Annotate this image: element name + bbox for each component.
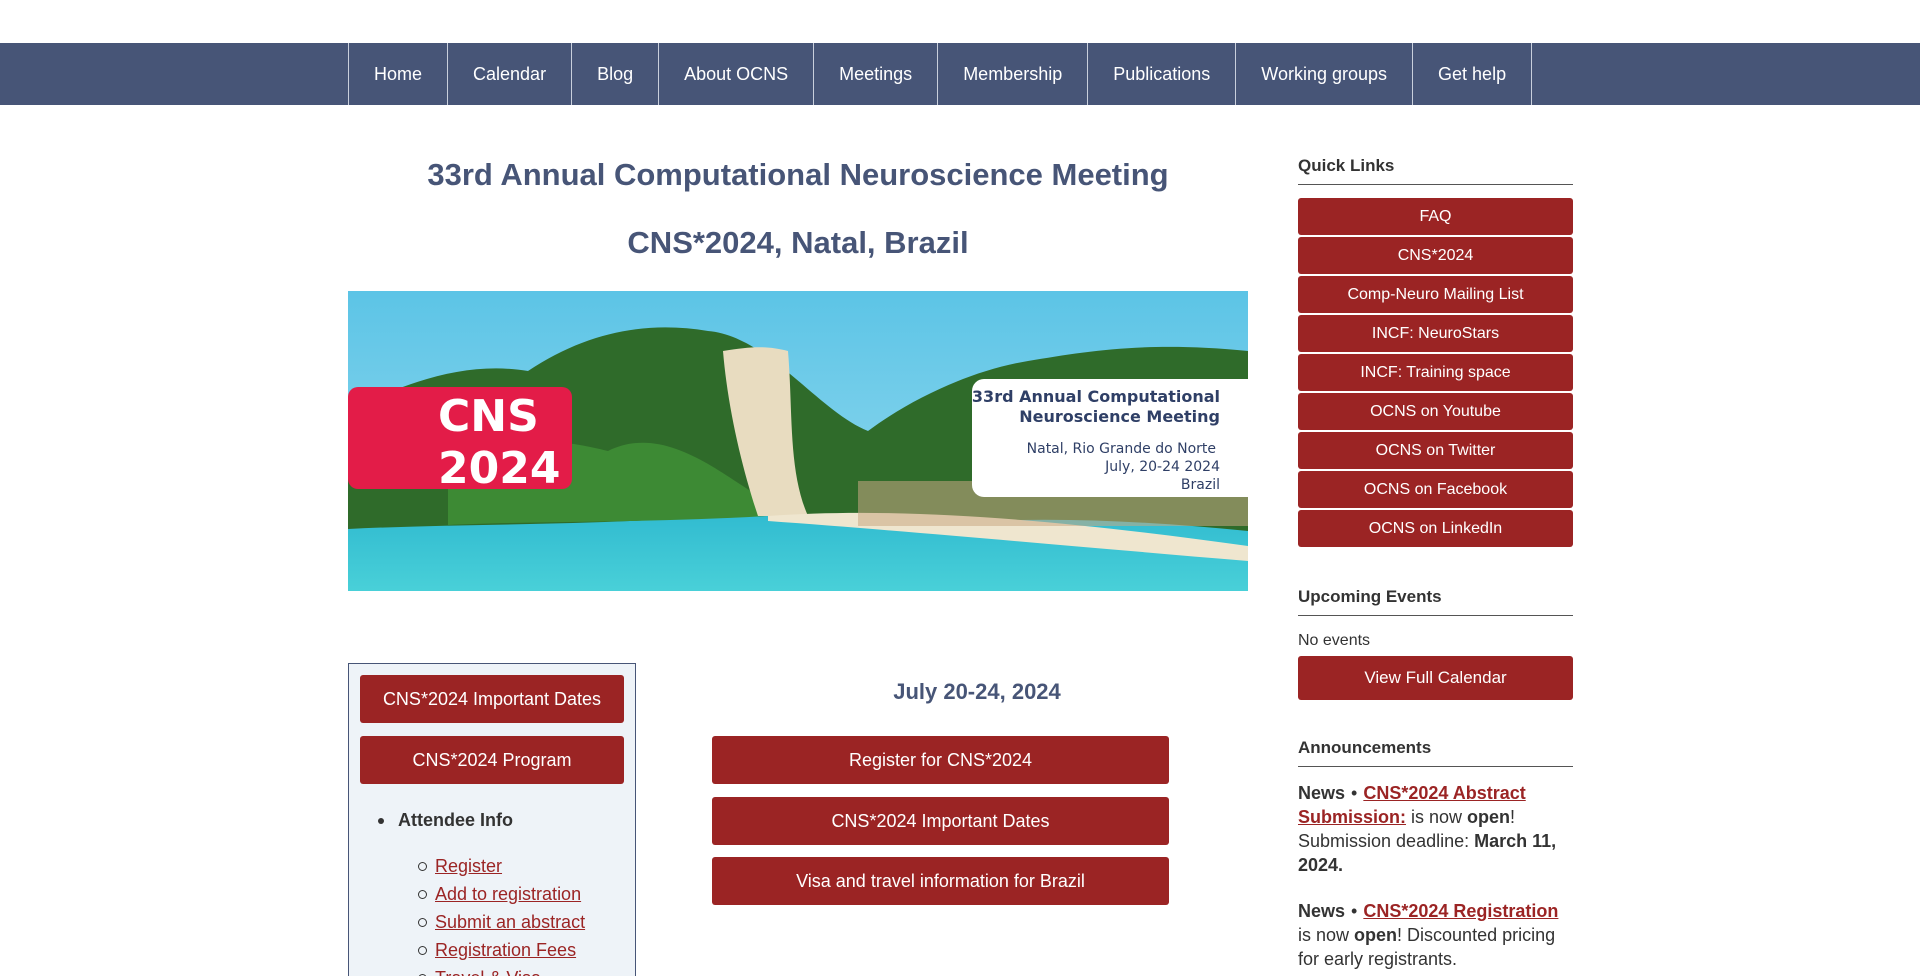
- quick-links-heading: Quick Links: [1298, 156, 1573, 185]
- bullet-separator: •: [1351, 901, 1358, 921]
- banner-country: Brazil: [1181, 477, 1220, 493]
- nav-meetings[interactable]: Meetings: [813, 43, 937, 105]
- center-important-dates-button[interactable]: CNS*2024 Important Dates: [712, 797, 1169, 845]
- register-button[interactable]: Register for CNS*2024: [712, 736, 1169, 784]
- link-add-to-registration[interactable]: Add to registration: [417, 880, 585, 908]
- quick-link-linkedin[interactable]: OCNS on LinkedIn: [1298, 510, 1573, 547]
- banner-logo-line2: 2024: [438, 443, 560, 494]
- no-events-text: No events: [1298, 632, 1371, 649]
- important-dates-button[interactable]: CNS*2024 Important Dates: [360, 675, 624, 723]
- quick-link-cns2024[interactable]: CNS*2024: [1298, 237, 1573, 274]
- visa-travel-button[interactable]: Visa and travel information for Brazil: [712, 857, 1169, 905]
- news-text: is now: [1298, 925, 1355, 945]
- nav-about-ocns[interactable]: About OCNS: [658, 43, 813, 105]
- news-text: is now: [1406, 807, 1468, 827]
- quick-link-facebook[interactable]: OCNS on Facebook: [1298, 471, 1573, 508]
- cns-2024-banner: CNS 2024 33rd Annual Computational Neuro…: [348, 291, 1248, 591]
- banner-heading-line1: 33rd Annual Computational: [972, 387, 1220, 406]
- bullet-separator: •: [1351, 783, 1358, 803]
- upcoming-events-heading: Upcoming Events: [1298, 587, 1573, 616]
- quick-link-youtube[interactable]: OCNS on Youtube: [1298, 393, 1573, 430]
- nav-membership[interactable]: Membership: [937, 43, 1087, 105]
- upcoming-events-section: Upcoming Events No events View Full Cale…: [1298, 587, 1573, 700]
- meeting-dates: July 20-24, 2024: [893, 679, 1061, 704]
- program-button[interactable]: CNS*2024 Program: [360, 736, 624, 784]
- link-submit-abstract[interactable]: Submit an abstract: [417, 908, 585, 936]
- quick-links-section: Quick Links FAQ CNS*2024 Comp-Neuro Mail…: [1298, 156, 1573, 547]
- link-registration-fees[interactable]: Registration Fees: [417, 936, 585, 964]
- banner-place: Natal, Rio Grande do Norte: [1027, 441, 1216, 457]
- banner-heading-line2: Neuroscience Meeting: [1019, 407, 1220, 426]
- link-travel-visa[interactable]: Travel & Visa: [417, 964, 585, 976]
- quick-link-twitter[interactable]: OCNS on Twitter: [1298, 432, 1573, 469]
- quick-link-faq[interactable]: FAQ: [1298, 198, 1573, 235]
- news-item: News • CNS*2024 Abstract Submission: is no…: [1298, 781, 1573, 877]
- banner-date: July, 20-24 2024: [1104, 459, 1220, 475]
- news-bold: open: [1354, 925, 1398, 945]
- page-subtitle: CNS*2024, Natal, Brazil: [627, 225, 969, 260]
- attendee-info-heading: Attendee Info: [378, 810, 513, 830]
- link-register[interactable]: Register: [417, 852, 585, 880]
- news-link-registration[interactable]: CNS*2024 Registration: [1363, 901, 1558, 921]
- attendee-links: Register Add to registration Submit an a…: [417, 852, 585, 976]
- news-bold: open: [1467, 807, 1511, 827]
- nav-working-groups[interactable]: Working groups: [1235, 43, 1412, 105]
- nav-calendar[interactable]: Calendar: [447, 43, 571, 105]
- nav-publications[interactable]: Publications: [1087, 43, 1235, 105]
- nav-get-help[interactable]: Get help: [1412, 43, 1533, 105]
- top-nav-bar: Home Calendar Blog About OCNS Meetings M…: [0, 43, 1920, 105]
- nav-blog[interactable]: Blog: [571, 43, 658, 105]
- announcements-section: Announcements News • CNS*2024 Abstract Sub…: [1298, 738, 1573, 971]
- main-nav: Home Calendar Blog About OCNS Meetings M…: [348, 43, 1533, 105]
- quick-link-mailing-list[interactable]: Comp-Neuro Mailing List: [1298, 276, 1573, 313]
- nav-home[interactable]: Home: [348, 43, 447, 105]
- attendee-sidebar: CNS*2024 Important Dates CNS*2024 Progra…: [348, 663, 636, 976]
- news-label: News: [1298, 783, 1346, 803]
- news-item: News • CNS*2024 Registration is now open! …: [1298, 899, 1573, 971]
- quick-link-training-space[interactable]: INCF: Training space: [1298, 354, 1573, 391]
- view-full-calendar-button[interactable]: View Full Calendar: [1298, 656, 1573, 700]
- news-label: News: [1298, 901, 1346, 921]
- page-title: 33rd Annual Computational Neuroscience M…: [427, 157, 1169, 192]
- banner-logo-line1: CNS: [438, 391, 539, 442]
- quick-link-neurostars[interactable]: INCF: NeuroStars: [1298, 315, 1573, 352]
- announcements-heading: Announcements: [1298, 738, 1573, 767]
